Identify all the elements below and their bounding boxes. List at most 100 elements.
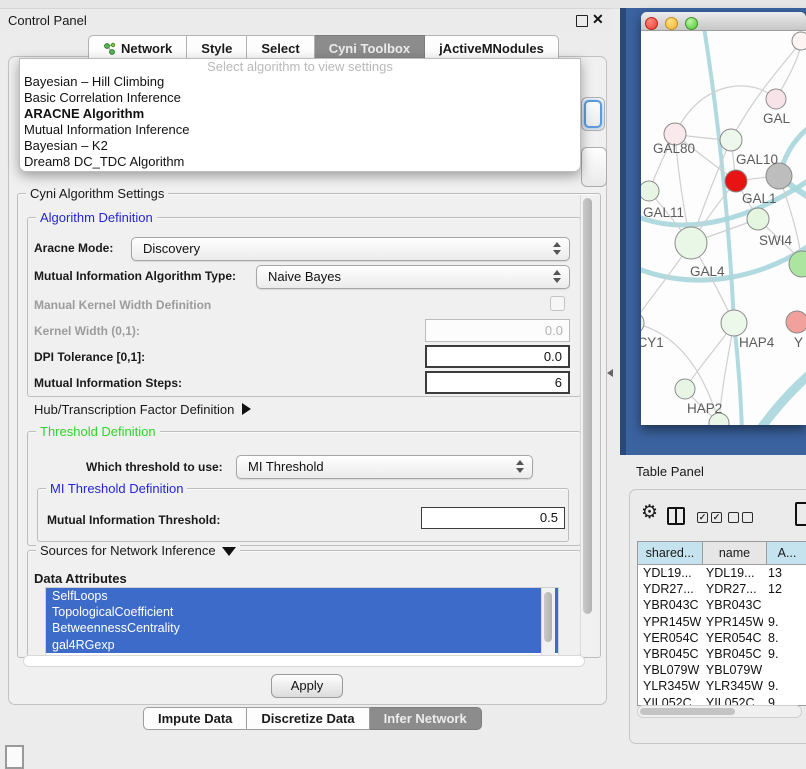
minimized-panel-icon[interactable] <box>5 745 24 769</box>
inference-algorithm-combo-fragment[interactable] <box>581 97 605 131</box>
node-table[interactable]: shared...nameA... YDL19...YDL19...13YDR2… <box>637 541 806 706</box>
network-node-hap2[interactable] <box>675 379 695 399</box>
table-cell[interactable]: 9. <box>763 646 806 662</box>
table-row[interactable]: YDL19...YDL19...13 <box>638 565 806 581</box>
table-hscrollbar[interactable] <box>637 705 802 718</box>
table-cell[interactable]: YDL19... <box>701 565 763 581</box>
network-node-gal4[interactable] <box>675 227 707 259</box>
network-canvas[interactable]: GALGAL80GAL10GAL1GAL11SWI4GAL4GCY1HAP4YH… <box>641 31 806 425</box>
network-node-gal1[interactable] <box>725 170 747 192</box>
attribute-item[interactable]: gal4RGexp <box>46 637 558 653</box>
table-cell[interactable]: YDR27... <box>638 581 701 597</box>
apply-button[interactable]: Apply <box>271 674 343 698</box>
minimize-traffic-light-icon[interactable] <box>665 17 678 30</box>
gear-icon[interactable]: ⚙ <box>641 503 658 522</box>
tab-infer-network[interactable]: Infer Network <box>370 707 482 730</box>
network-node-hap4[interactable] <box>721 310 747 336</box>
table-cell[interactable]: YBR045C <box>638 646 701 662</box>
table-row[interactable]: YBR045CYBR045C9. <box>638 646 806 662</box>
tab-cyni-toolbox[interactable]: Cyni Toolbox <box>315 35 425 58</box>
expand-right-icon[interactable] <box>242 403 251 415</box>
table-cell[interactable]: YPR145W <box>638 614 701 630</box>
table-cell[interactable]: YER054C <box>638 630 701 646</box>
document-icon[interactable] <box>795 502 806 526</box>
table-cell[interactable]: YPR145W <box>701 614 763 630</box>
table-cell[interactable]: 8. <box>763 630 806 646</box>
settings-scrollbar-thumb[interactable] <box>583 198 592 614</box>
float-window-icon[interactable] <box>576 15 588 27</box>
aracne-mode-combo[interactable]: Discovery <box>131 237 570 261</box>
table-cell[interactable]: 13 <box>763 565 806 581</box>
manual-kernel-width-checkbox[interactable] <box>550 296 565 311</box>
settings-scrollbar[interactable] <box>580 195 594 654</box>
network-node-y[interactable] <box>786 311 806 333</box>
dpi-tolerance-field[interactable]: 0.0 <box>425 345 570 368</box>
tab-network[interactable]: Network <box>88 35 187 58</box>
network-node-gal10[interactable] <box>720 129 742 151</box>
table-cell[interactable]: YBL079W <box>701 662 763 678</box>
table-cell[interactable]: YBR045C <box>701 646 763 662</box>
table-cell[interactable]: 9. <box>763 614 806 630</box>
zoom-traffic-light-icon[interactable] <box>685 17 698 30</box>
column-header[interactable]: shared... <box>638 542 703 564</box>
attributes-scrollbar-thumb[interactable] <box>544 592 552 642</box>
tab-discretize-data[interactable]: Discretize Data <box>247 707 369 730</box>
table-cell[interactable]: 12 <box>763 581 806 597</box>
attributes-scrollbar[interactable] <box>541 588 555 655</box>
close-icon[interactable]: ✕ <box>592 11 604 28</box>
attribute-item[interactable]: SelfLoops <box>46 588 558 604</box>
table-row[interactable]: YPR145WYPR145W9. <box>638 614 806 630</box>
table-hscrollbar-thumb[interactable] <box>640 708 735 715</box>
close-traffic-light-icon[interactable] <box>645 17 658 30</box>
collapse-down-icon[interactable] <box>222 547 236 556</box>
network-node[interactable] <box>792 32 806 50</box>
attribute-item[interactable]: TopologicalCoefficient <box>46 604 558 620</box>
column-header[interactable]: name <box>703 542 767 564</box>
table-cell[interactable]: YBR043C <box>701 597 763 613</box>
network-node-gal11[interactable] <box>641 181 659 201</box>
unchecked-attributes-icon[interactable] <box>728 512 753 523</box>
tab-impute-data[interactable]: Impute Data <box>143 707 247 730</box>
columns-icon[interactable] <box>667 507 685 525</box>
table-row[interactable]: YLR345WYLR345W9. <box>638 678 806 694</box>
tab-select[interactable]: Select <box>247 35 314 58</box>
network-combo-fragment[interactable] <box>581 147 607 187</box>
table-cell[interactable]: YDR27... <box>701 581 763 597</box>
checked-attributes-icon[interactable]: ✓ ✓ <box>697 512 722 523</box>
network-node-gcy1[interactable] <box>641 312 644 334</box>
algorithm-popup-item[interactable]: Bayesian – Hill Climbing <box>20 74 580 90</box>
table-cell[interactable]: YDL19... <box>638 565 701 581</box>
network-node-gal[interactable] <box>766 89 786 109</box>
network-node-swi4[interactable] <box>747 208 769 230</box>
tab-jactivemnodules[interactable]: jActiveMNodules <box>425 35 559 58</box>
which-threshold-combo[interactable]: MI Threshold <box>236 455 533 479</box>
table-row[interactable]: YER054CYER054C8. <box>638 630 806 646</box>
table-row[interactable]: YDR27...YDR27...12 <box>638 581 806 597</box>
table-cell[interactable]: YER054C <box>701 630 763 646</box>
tab-style[interactable]: Style <box>187 35 247 58</box>
algorithm-popup-item[interactable]: Bayesian – K2 <box>20 138 580 154</box>
table-row[interactable]: YBR043CYBR043C <box>638 597 806 613</box>
attribute-item[interactable]: BetweennessCentrality <box>46 620 558 636</box>
data-attributes-list[interactable]: SelfLoopsTopologicalCoefficientBetweenne… <box>45 587 559 658</box>
settings-hscrollbar[interactable] <box>23 655 585 667</box>
column-header[interactable]: A... <box>767 542 806 564</box>
table-cell[interactable] <box>763 597 806 613</box>
network-window[interactable]: GALGAL80GAL10GAL1GAL11SWI4GAL4GCY1HAP4YH… <box>641 12 806 425</box>
mi-threshold-field[interactable]: 0.5 <box>421 507 565 529</box>
table-cell[interactable]: YLR345W <box>638 678 701 694</box>
table-cell[interactable]: YLR345W <box>701 678 763 694</box>
network-graph[interactable]: GALGAL80GAL10GAL1GAL11SWI4GAL4GCY1HAP4YH… <box>641 31 806 425</box>
table-row[interactable]: YBL079WYBL079W <box>638 662 806 678</box>
table-cell[interactable]: 9. <box>763 678 806 694</box>
algorithm-popup-item[interactable]: Basic Correlation Inference <box>20 90 580 106</box>
algorithm-popup-item[interactable]: ARACNE Algorithm <box>20 106 580 122</box>
table-cell[interactable]: YBL079W <box>638 662 701 678</box>
table-cell[interactable] <box>763 662 806 678</box>
mi-algorithm-type-combo[interactable]: Naive Bayes <box>256 265 570 289</box>
hub-section-toggle[interactable]: Hub/Transcription Factor Definition <box>34 402 251 417</box>
algorithm-popup-item[interactable]: Mutual Information Inference <box>20 122 580 138</box>
algorithm-popup-item[interactable]: Dream8 DC_TDC Algorithm <box>20 154 580 170</box>
table-cell[interactable]: YBR043C <box>638 597 701 613</box>
split-pane-collapse-icon[interactable] <box>607 369 613 377</box>
